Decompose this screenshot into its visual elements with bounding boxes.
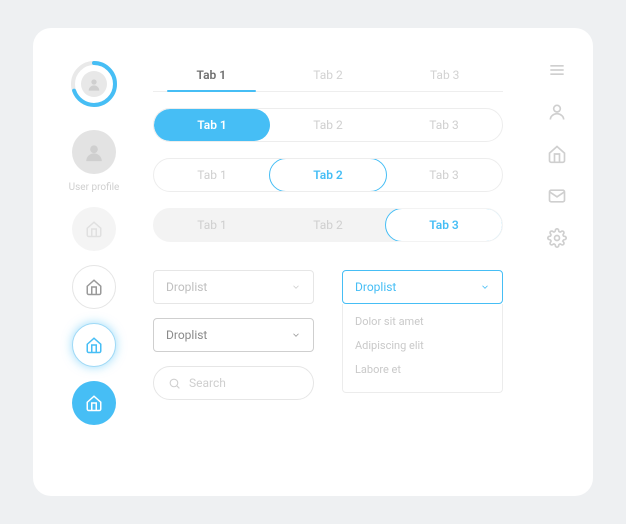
droplist-focus[interactable]: Droplist	[153, 318, 314, 352]
avatar-with-progress[interactable]	[70, 60, 118, 108]
chevron-down-icon	[480, 282, 490, 292]
tab-3[interactable]: Tab 3	[386, 109, 502, 141]
user-icon	[547, 102, 567, 122]
tab-1[interactable]: Tab 1	[154, 159, 270, 191]
rail-user-button[interactable]	[547, 102, 567, 122]
avatar-placeholder[interactable]	[72, 130, 116, 174]
droplist-label: Droplist	[166, 280, 207, 294]
tab-3[interactable]: Tab 3	[385, 208, 503, 242]
droplist-column-left: Droplist Droplist Search	[153, 270, 314, 400]
home-icon	[547, 144, 567, 164]
home-button-outline[interactable]	[72, 265, 116, 309]
tabs-pill-row-c: Tab 1 Tab 2 Tab 3	[153, 208, 503, 242]
droplist-column-right: Droplist Dolor sit amet Adipiscing elit …	[342, 270, 503, 400]
tab-2[interactable]: Tab 2	[269, 158, 387, 192]
search-input[interactable]: Search	[153, 366, 314, 400]
tab-1[interactable]: Tab 1	[154, 209, 270, 241]
ui-kit-panel: User profile Tab 1 Tab 2 Tab	[33, 28, 593, 496]
gear-icon	[547, 228, 567, 248]
home-icon	[85, 336, 103, 354]
main-area: Tab 1 Tab 2 Tab 3 Tab 1 Tab 2 Tab 3 Tab …	[153, 60, 503, 400]
rail-mail-button[interactable]	[547, 186, 567, 206]
droplist-label: Droplist	[355, 280, 396, 294]
droplist-default[interactable]: Droplist	[153, 270, 314, 304]
tabs-pill-row-a: Tab 1 Tab 2 Tab 3	[153, 108, 503, 142]
rail-settings-button[interactable]	[547, 228, 567, 248]
search-icon	[168, 377, 181, 390]
left-column: User profile	[59, 60, 129, 425]
tab-3[interactable]: Tab 3	[386, 60, 503, 91]
menu-icon	[547, 60, 567, 80]
rail-home-button[interactable]	[547, 144, 567, 164]
tab-1[interactable]: Tab 1	[154, 109, 270, 141]
chevron-down-icon	[291, 282, 301, 292]
user-profile-label: User profile	[69, 182, 120, 193]
droplist-label: Droplist	[166, 328, 207, 342]
tab-2[interactable]: Tab 2	[270, 60, 387, 91]
home-icon	[85, 220, 103, 238]
home-icon	[85, 278, 103, 296]
home-button-ghost[interactable]	[72, 207, 116, 251]
droplist-option[interactable]: Labore et	[355, 358, 490, 382]
icon-rail	[543, 60, 571, 248]
home-icon	[85, 394, 103, 412]
home-button-glow[interactable]	[72, 323, 116, 367]
chevron-down-icon	[291, 330, 301, 340]
mail-icon	[547, 186, 567, 206]
droplist-menu: Dolor sit amet Adipiscing elit Labore et	[342, 304, 503, 393]
droplist-open[interactable]: Droplist	[342, 270, 503, 304]
tabs-underline: Tab 1 Tab 2 Tab 3	[153, 60, 503, 92]
droplist-area: Droplist Droplist Search Droplist	[153, 270, 503, 400]
tabs-pill-row-b: Tab 1 Tab 2 Tab 3	[153, 158, 503, 192]
tab-3[interactable]: Tab 3	[386, 159, 502, 191]
home-button-solid[interactable]	[72, 381, 116, 425]
rail-menu-button[interactable]	[547, 60, 567, 80]
droplist-option[interactable]: Dolor sit amet	[355, 310, 490, 334]
search-placeholder: Search	[189, 376, 226, 390]
droplist-option[interactable]: Adipiscing elit	[355, 334, 490, 358]
tab-1[interactable]: Tab 1	[153, 60, 270, 91]
tab-2[interactable]: Tab 2	[270, 109, 386, 141]
tab-2[interactable]: Tab 2	[270, 209, 386, 241]
person-icon	[83, 141, 105, 163]
person-icon	[86, 76, 102, 92]
